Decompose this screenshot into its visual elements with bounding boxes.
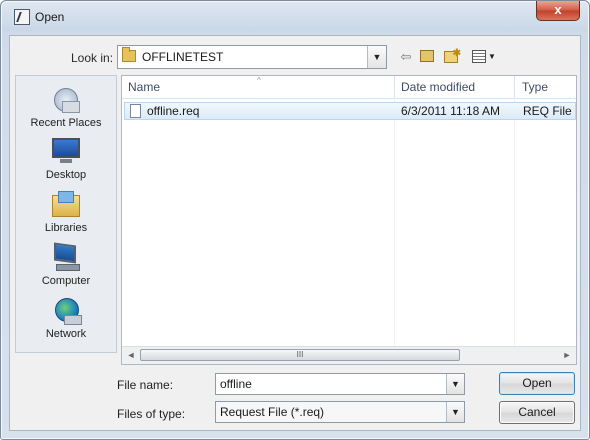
- column-line: [394, 98, 395, 346]
- file-type: REQ File: [523, 104, 572, 118]
- column-date-modified[interactable]: Date modified: [401, 80, 475, 94]
- close-icon: x: [554, 2, 562, 17]
- cancel-button[interactable]: Cancel: [499, 401, 575, 424]
- file-type-value: Request File (*.req): [220, 405, 325, 419]
- chevron-down-icon[interactable]: ▼: [446, 402, 464, 422]
- file-row[interactable]: offline.req 6/3/2011 11:18 AM REQ File: [124, 102, 576, 120]
- file-type-select[interactable]: Request File (*.req) ▼: [215, 401, 465, 423]
- title-bar[interactable]: Open x: [1, 1, 589, 35]
- chevron-down-icon[interactable]: ▼: [446, 374, 464, 394]
- close-button[interactable]: x: [536, 1, 580, 21]
- file-name-input[interactable]: [218, 376, 448, 392]
- place-label: Network: [45, 328, 87, 340]
- place-label: Computer: [41, 275, 91, 287]
- file-name: offline.req: [147, 104, 200, 118]
- column-divider[interactable]: [514, 76, 515, 98]
- look-in-value: OFFLINETEST: [142, 50, 224, 64]
- libraries-icon: [50, 189, 82, 219]
- place-network[interactable]: Network: [16, 295, 116, 340]
- network-icon: [50, 295, 82, 325]
- computer-icon: [50, 242, 82, 272]
- column-name[interactable]: Name: [128, 80, 160, 94]
- column-type[interactable]: Type: [522, 80, 548, 94]
- scroll-right-icon[interactable]: ►: [560, 349, 574, 361]
- look-in-label: Look in:: [71, 51, 114, 65]
- file-date: 6/3/2011 11:18 AM: [401, 104, 500, 118]
- back-icon[interactable]: ⇦: [398, 48, 414, 66]
- view-menu-icon[interactable]: ▼: [471, 48, 497, 66]
- place-label: Desktop: [45, 169, 87, 181]
- recent-places-icon: [50, 84, 82, 114]
- column-header: ^ Name Date modified Type: [122, 76, 576, 99]
- up-one-level-icon[interactable]: [419, 48, 435, 66]
- place-recent-places[interactable]: Recent Places: [16, 84, 116, 129]
- place-label: Recent Places: [30, 117, 102, 129]
- column-divider[interactable]: [394, 76, 395, 98]
- document-icon: [130, 104, 141, 118]
- file-type-label: Files of type:: [117, 407, 186, 421]
- place-desktop[interactable]: Desktop: [16, 136, 116, 181]
- column-line: [514, 98, 515, 346]
- folder-icon: [122, 47, 136, 62]
- sort-caret-icon: ^: [257, 76, 261, 85]
- place-computer[interactable]: Computer: [16, 242, 116, 287]
- places-bar: Recent Places Desktop Libraries Computer…: [15, 75, 117, 353]
- place-label: Libraries: [44, 222, 88, 234]
- open-dialog: Open x Look in: OFFLINETEST ▼ ⇦ ✱ ▼ Rece…: [0, 0, 590, 440]
- app-icon: [14, 9, 30, 25]
- scroll-thumb[interactable]: III: [140, 349, 460, 361]
- new-folder-icon[interactable]: ✱: [443, 48, 461, 66]
- desktop-icon: [50, 136, 82, 166]
- window-title: Open: [35, 10, 65, 24]
- look-in-dropdown[interactable]: OFFLINETEST ▼: [117, 45, 387, 69]
- open-button[interactable]: Open: [499, 372, 575, 395]
- file-name-combo[interactable]: ▼: [215, 373, 465, 395]
- scroll-left-icon[interactable]: ◄: [124, 349, 138, 361]
- file-list[interactable]: ^ Name Date modified Type offline.req 6/…: [121, 75, 577, 365]
- chevron-down-icon[interactable]: ▼: [367, 46, 386, 68]
- horizontal-scrollbar[interactable]: ◄ III ►: [122, 346, 576, 364]
- file-name-label: File name:: [117, 378, 174, 392]
- place-libraries[interactable]: Libraries: [16, 189, 116, 234]
